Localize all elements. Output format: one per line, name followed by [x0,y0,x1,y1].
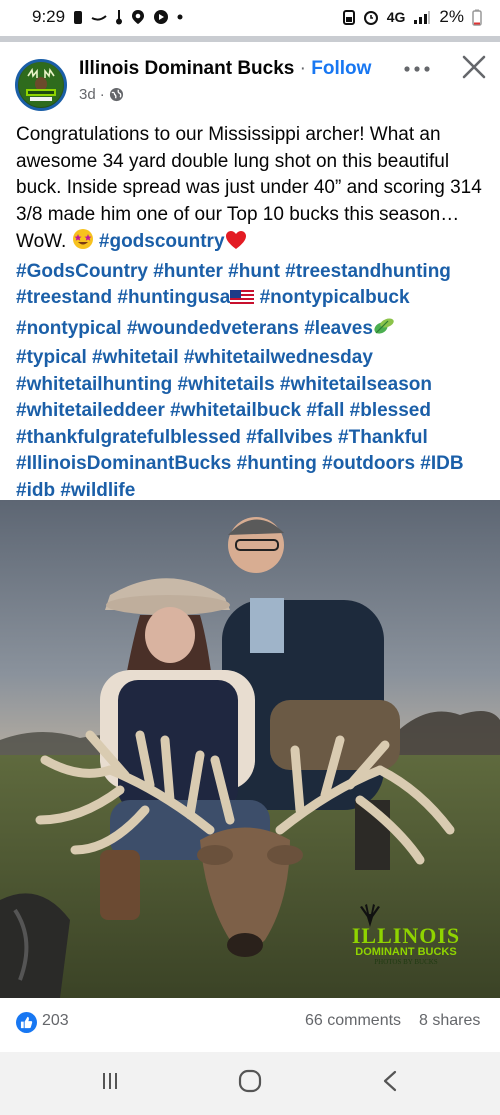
name-separator: · [294,58,312,79]
hashtag-line-2[interactable]: #GodsCountry #hunter #hunt #treestandhun… [16,261,451,282]
close-icon [462,55,486,84]
notification-icon [73,10,83,25]
hashtag-line-4[interactable]: #nontypical #woundedveterans #leaves [16,318,373,339]
dash-icon [91,12,107,22]
home-button[interactable] [230,1068,270,1098]
battery-saver-icon [342,9,355,25]
back-icon [382,1070,398,1097]
status-time: 9:29 [32,7,66,26]
reaction-count[interactable]: 203 [42,1012,69,1030]
hashtag-line-3[interactable]: #treestand #huntingusa [16,287,230,308]
system-nav-bar [0,1052,500,1115]
close-button[interactable] [456,52,492,86]
battery-icon [472,9,482,26]
page-name-link[interactable]: Illinois Dominant Bucks [79,58,294,79]
header-divider [0,36,500,42]
hashtag-line-10[interactable]: #idb #wildlife [16,480,135,501]
post-caption: Congratulations to our Mississippi arche… [16,122,488,504]
back-button[interactable] [370,1068,410,1098]
watermark-line-3: PHOTOS BY BUCKS [374,958,438,966]
post-age[interactable]: 3d [79,86,96,103]
more-options-button[interactable] [400,54,434,82]
follow-button[interactable]: Follow [311,58,371,79]
alarm-icon [363,9,379,25]
battery-percent: 2% [439,7,464,26]
leaves-emoji-icon [373,315,395,346]
post-header: Illinois Dominant Bucks · Follow 3d · [0,44,500,114]
red-heart-emoji-icon [225,230,247,259]
page-name-row: Illinois Dominant Bucks · Follow [79,58,371,80]
app-icon [153,9,169,25]
status-left: 9:29 [32,7,183,27]
hashtag-line-9[interactable]: #IllinoisDominantBucks #hunting #outdoor… [16,453,464,474]
network-type: 4G [386,9,406,25]
post-meta: 3d · [79,86,124,103]
page-avatar[interactable] [15,59,67,111]
recent-apps-button[interactable] [90,1068,130,1098]
hashtag-line-8[interactable]: #thankfulgratefulblessed #fallvibes #Tha… [16,427,428,448]
engagement-bar: 203 66 comments 8 shares [0,1000,500,1044]
thermometer-icon [115,9,123,25]
recent-apps-icon [100,1071,120,1096]
home-icon [238,1069,262,1098]
meta-separator: · [99,86,105,103]
shares-count[interactable]: 8 shares [419,1012,480,1030]
deer-silhouette-icon [360,904,380,927]
comments-count[interactable]: 66 comments [305,1012,401,1030]
location-icon [131,9,145,25]
hashtag-nontypicalbuck[interactable]: #nontypicalbuck [254,287,410,308]
watermark-line-2: DOMINANT BUCKS [355,946,457,958]
more-dots-icon [404,59,430,77]
hashtag-line-6[interactable]: #whitetailhunting #whitetails #whitetail… [16,374,432,395]
status-right: 4G 2% [342,7,482,27]
hashtag-line-5[interactable]: #typical #whitetail #whitetailwednesday [16,347,373,368]
globe-icon [109,87,124,102]
hashtag-godscountry[interactable]: #godscountry [99,231,225,252]
us-flag-emoji-icon [230,288,255,315]
status-bar: 9:29 4G 2% [0,0,500,34]
thumbs-up-icon[interactable] [16,1012,37,1033]
star-struck-emoji-icon [72,228,94,259]
dot-icon [177,14,183,20]
hashtag-line-7[interactable]: #whitetaileddeer #whitetailbuck #fall #b… [16,400,431,421]
watermark-logo: ILLINOIS DOMINANT BUCKS PHOTOS BY BUCKS [350,903,462,966]
signal-icon [413,10,431,24]
